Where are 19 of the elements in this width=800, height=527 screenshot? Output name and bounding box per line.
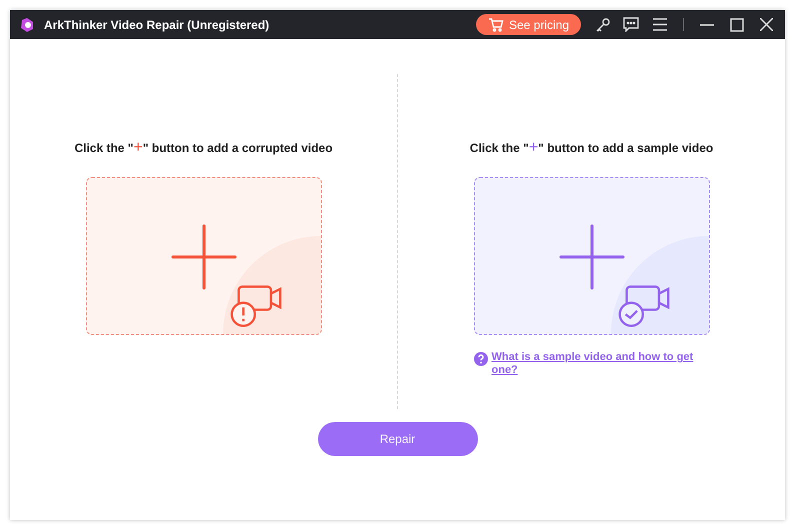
instruction-text: Click the "+" button to add a sample video [470, 138, 714, 158]
cart-icon [488, 18, 504, 32]
maximize-icon[interactable] [730, 18, 744, 32]
menu-icon[interactable] [653, 18, 667, 31]
plus-icon [558, 224, 624, 290]
add-video-drop-zone[interactable] [86, 177, 322, 335]
repair-button[interactable]: Repair [318, 422, 478, 456]
add-video-drop-zone[interactable] [474, 177, 710, 335]
window-title: ArkThinker Video Repair (Unregistered) [44, 16, 270, 34]
close-icon[interactable] [760, 18, 773, 31]
key-icon[interactable] [595, 16, 611, 32]
instruction-text: Click the "+" button to add a corrupted video [74, 138, 333, 158]
minimize-icon[interactable] [700, 24, 714, 26]
help-link[interactable]: What is a sample video and how to get one? [492, 351, 710, 377]
chat-icon[interactable] [623, 17, 639, 32]
plus-icon [170, 224, 236, 290]
see-pricing-button[interactable]: See pricing [476, 14, 581, 35]
help-icon [474, 352, 488, 366]
app-logo-icon [18, 16, 36, 34]
